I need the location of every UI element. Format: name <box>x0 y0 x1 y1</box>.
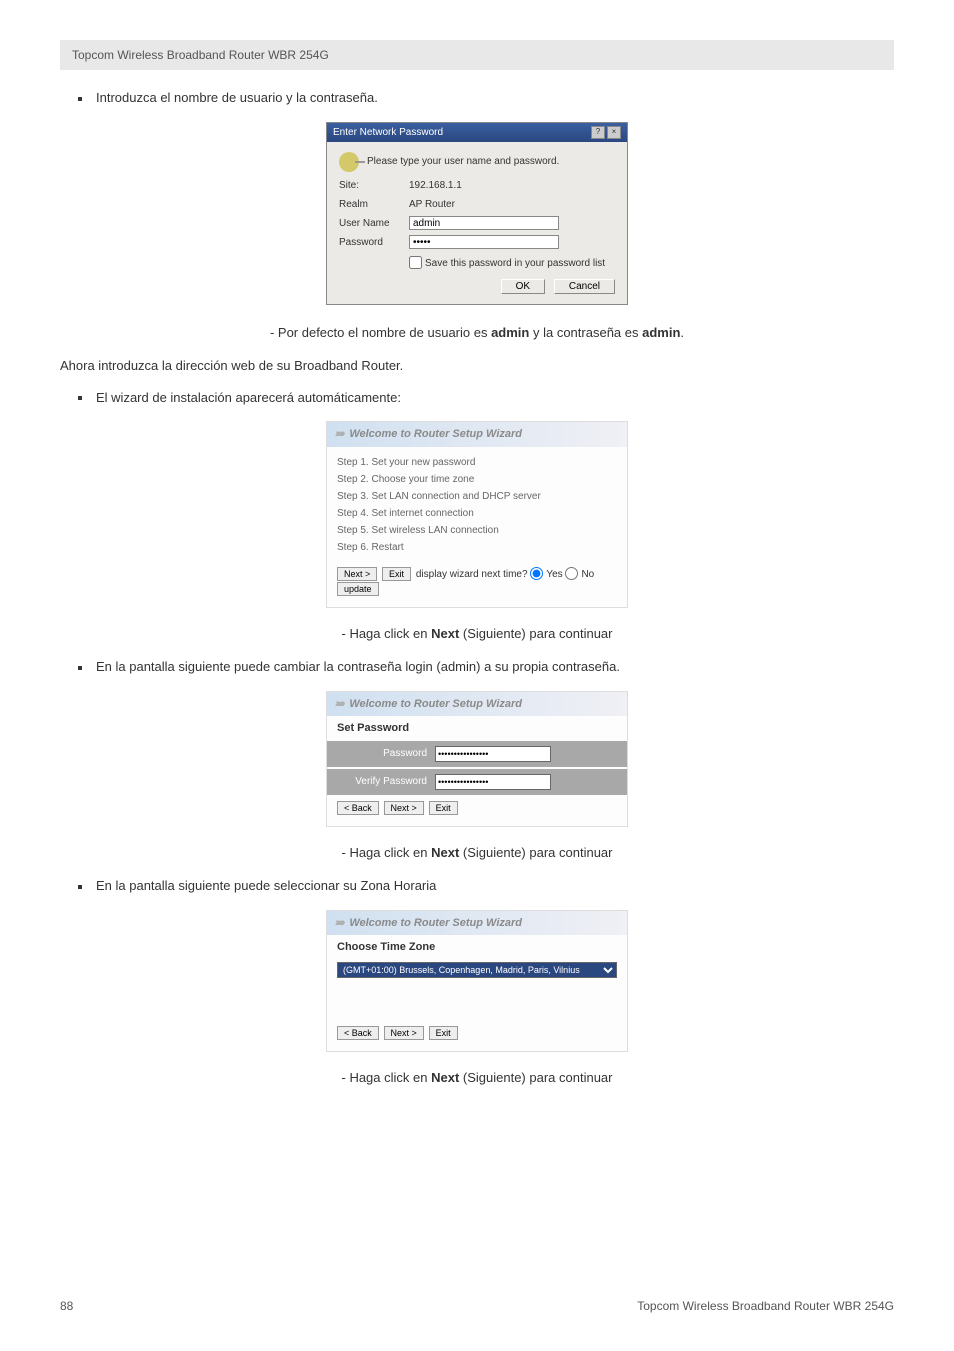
cancel-button[interactable]: Cancel <box>554 279 615 294</box>
help-icon[interactable]: ? <box>591 126 605 139</box>
choose-timezone-title: Choose Time Zone <box>327 935 627 958</box>
chevrons-icon: ››››› <box>335 428 343 440</box>
bullet-4: En la pantalla siguiente puede seleccion… <box>78 876 894 896</box>
set-password-title: Set Password <box>327 716 627 739</box>
page-footer: 88 Topcom Wireless Broadband Router WBR … <box>60 1297 894 1315</box>
wizard-step-1: Step 1. Set your new password <box>337 455 617 470</box>
username-input[interactable] <box>409 216 559 230</box>
wiz-password-input[interactable] <box>435 746 551 762</box>
wizard-step-5: Step 5. Set wireless LAN connection <box>337 523 617 538</box>
page-number: 88 <box>60 1297 73 1315</box>
wiz-verify-label: Verify Password <box>337 774 435 789</box>
click-next-note-3: - Haga click en Next (Siguiente) para co… <box>60 1068 894 1088</box>
doc-header: Topcom Wireless Broadband Router WBR 254… <box>60 40 894 70</box>
network-password-dialog: Enter Network Password ? × Please type y… <box>326 122 628 305</box>
timezone-select[interactable]: (GMT+01:00) Brussels, Copenhagen, Madrid… <box>337 962 617 978</box>
bullet-3: En la pantalla siguiente puede cambiar l… <box>78 657 894 677</box>
click-next-note-2: - Haga click en Next (Siguiente) para co… <box>60 843 894 863</box>
key-icon <box>339 152 359 172</box>
wizard-exit-button[interactable]: Exit <box>382 567 411 581</box>
wizard-banner: ›››››Welcome to Router Setup Wizard <box>327 422 627 447</box>
dialog-titlebar: Enter Network Password ? × <box>327 123 627 142</box>
wiz3-next-button[interactable]: Next > <box>384 1026 424 1040</box>
password-input[interactable] <box>409 235 559 249</box>
footer-product: Topcom Wireless Broadband Router WBR 254… <box>637 1297 894 1315</box>
bullet-2: El wizard de instalación aparecerá autom… <box>78 388 894 408</box>
click-next-note-1: - Haga click en Next (Siguiente) para co… <box>60 624 894 644</box>
wizard-timezone: ›››››Welcome to Router Setup Wizard Choo… <box>326 910 628 1052</box>
wiz-password-label: Password <box>337 746 435 761</box>
bullet-1: Introduzca el nombre de usuario y la con… <box>78 88 894 108</box>
wizard-step-3: Step 3. Set LAN connection and DHCP serv… <box>337 489 617 504</box>
chevrons-icon: ››››› <box>335 917 343 929</box>
wizard-welcome: ›››››Welcome to Router Setup Wizard Step… <box>326 421 628 608</box>
password-label: Password <box>339 235 409 250</box>
chevrons-icon: ››››› <box>335 698 343 710</box>
username-label: User Name <box>339 216 409 231</box>
display-next-time-label: display wizard next time? <box>416 569 528 580</box>
wiz-verify-input[interactable] <box>435 774 551 790</box>
close-icon[interactable]: × <box>607 126 621 139</box>
dialog-title-text: Enter Network Password <box>333 125 443 140</box>
wizard-banner-3: ›››››Welcome to Router Setup Wizard <box>327 911 627 936</box>
wizard-step-4: Step 4. Set internet connection <box>337 506 617 521</box>
wizard-step-6: Step 6. Restart <box>337 540 617 555</box>
ok-button[interactable]: OK <box>501 279 545 294</box>
display-no-radio[interactable] <box>565 567 578 580</box>
wiz2-next-button[interactable]: Next > <box>384 801 424 815</box>
wizard-set-password: ›››››Welcome to Router Setup Wizard Set … <box>326 691 628 827</box>
site-value: 192.168.1.1 <box>409 178 615 193</box>
wizard-banner-2: ›››››Welcome to Router Setup Wizard <box>327 692 627 717</box>
realm-label: Realm <box>339 197 409 212</box>
realm-value: AP Router <box>409 197 615 212</box>
display-yes-radio[interactable] <box>530 567 543 580</box>
update-button[interactable]: update <box>337 582 379 596</box>
enter-url-text: Ahora introduzca la dirección web de su … <box>60 356 894 376</box>
wiz2-back-button[interactable]: < Back <box>337 801 379 815</box>
default-credentials-note: - Por defecto el nombre de usuario es ad… <box>60 323 894 343</box>
wizard-next-button[interactable]: Next > <box>337 567 377 581</box>
wizard-step-2: Step 2. Choose your time zone <box>337 472 617 487</box>
wiz3-exit-button[interactable]: Exit <box>429 1026 458 1040</box>
site-label: Site: <box>339 178 409 193</box>
save-password-label: Save this password in your password list <box>425 258 605 269</box>
dialog-prompt: Please type your user name and password. <box>367 154 559 169</box>
wiz2-exit-button[interactable]: Exit <box>429 801 458 815</box>
save-password-checkbox[interactable] <box>409 256 422 269</box>
wiz3-back-button[interactable]: < Back <box>337 1026 379 1040</box>
